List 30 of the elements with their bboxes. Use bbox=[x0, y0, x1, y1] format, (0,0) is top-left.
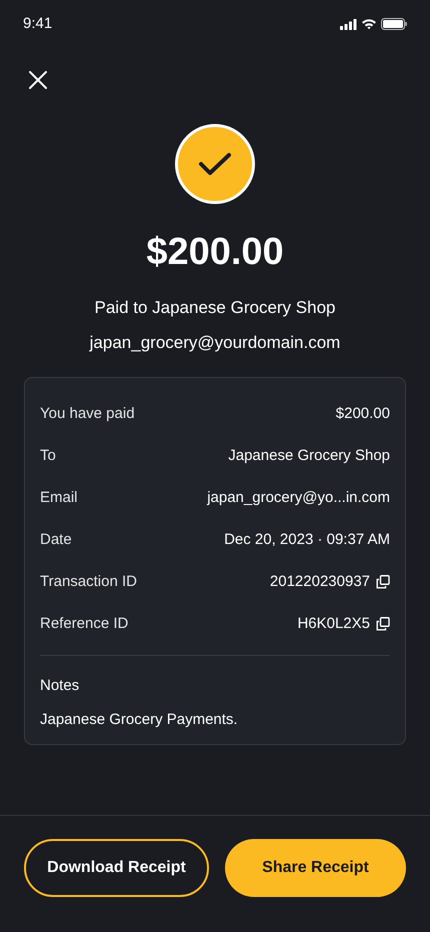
download-button[interactable]: Download Receipt bbox=[24, 839, 209, 897]
detail-value: $200.00 bbox=[336, 404, 390, 424]
copy-icon bbox=[376, 617, 390, 631]
recipient-email: japan_grocery@yourdomain.com bbox=[90, 332, 340, 354]
close-button[interactable] bbox=[26, 68, 50, 92]
notes-label: Notes bbox=[40, 676, 80, 696]
amount-text: $200.00 bbox=[146, 230, 284, 275]
detail-label: Date bbox=[40, 530, 72, 550]
status-time: 9:41 bbox=[23, 14, 52, 34]
detail-label: To bbox=[40, 446, 56, 466]
detail-label: Reference ID bbox=[40, 614, 128, 634]
recipient-text: Paid to Japanese Grocery Shop bbox=[94, 297, 336, 319]
notes-text: Japanese Grocery Payments. bbox=[40, 710, 239, 730]
check-icon bbox=[198, 151, 232, 177]
detail-label: Transaction ID bbox=[40, 572, 137, 592]
wifi-icon bbox=[361, 18, 377, 30]
detail-value: Japanese Grocery Shop bbox=[228, 446, 390, 466]
detail-value: Dec 20, 2023 · 09:37 AM bbox=[224, 530, 390, 550]
detail-value: H6K0L2X5 bbox=[297, 614, 370, 634]
detail-value: japan_grocery@yo...in.com bbox=[207, 488, 390, 508]
close-icon bbox=[28, 70, 48, 90]
detail-label: You have paid bbox=[40, 404, 135, 424]
signal-icon bbox=[340, 18, 357, 30]
detail-label: Email bbox=[40, 488, 78, 508]
copy-icon bbox=[376, 575, 390, 589]
copy-button[interactable] bbox=[376, 617, 390, 631]
detail-value: 201220230937 bbox=[270, 572, 370, 592]
share-button[interactable]: Share Receipt bbox=[225, 839, 406, 897]
battery-icon bbox=[381, 18, 407, 30]
copy-button[interactable] bbox=[376, 575, 390, 589]
